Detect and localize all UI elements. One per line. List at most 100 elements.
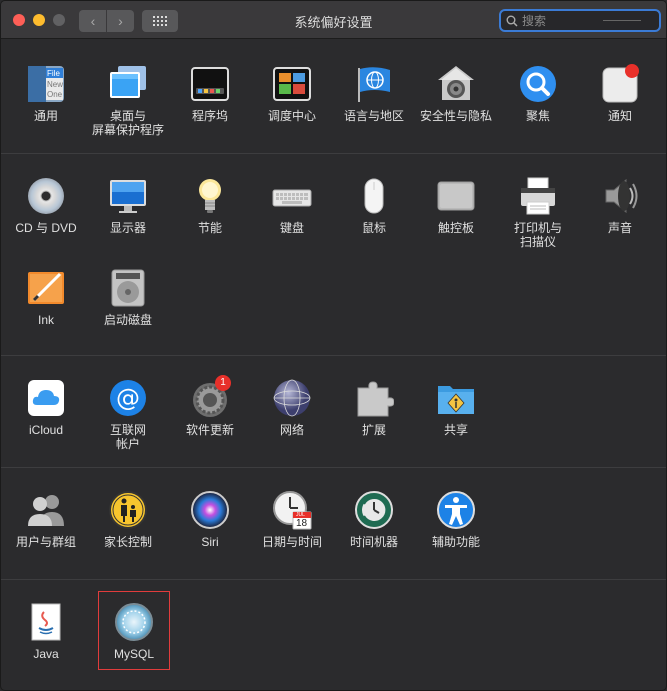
system-preferences-window: ‹ › 系统偏好设置 File New One bbox=[0, 0, 667, 691]
startup-disk-icon bbox=[108, 268, 148, 308]
pref-label: 桌面与 bbox=[109, 109, 146, 123]
pref-label: 键盘 bbox=[279, 221, 304, 235]
pref-label: Ink bbox=[37, 313, 54, 327]
pref-label: 软件更新 bbox=[185, 423, 234, 437]
selection-highlight bbox=[98, 591, 170, 670]
general-icon: File New One bbox=[26, 64, 66, 104]
pref-trackpad[interactable]: 触控板 bbox=[415, 176, 497, 235]
pref-label: 通用 bbox=[33, 109, 58, 123]
pref-mouse[interactable]: 鼠标 bbox=[333, 176, 415, 235]
section-personal: File New One 通用 桌面与 屏幕保护程序 程序坞 调度中心 语言与地… bbox=[1, 40, 666, 154]
pref-label: 日期与时间 bbox=[261, 535, 322, 549]
pref-startup-disk[interactable]: 启动磁盘 bbox=[87, 268, 169, 327]
pref-label: iCloud bbox=[28, 423, 64, 437]
pref-cd-dvd[interactable]: CD 与 DVD bbox=[5, 176, 87, 235]
pref-notifications[interactable]: 通知 bbox=[579, 64, 661, 123]
update-badge: 1 bbox=[215, 375, 231, 391]
pref-spotlight[interactable]: 聚焦 bbox=[497, 64, 579, 123]
pref-displays[interactable]: 显示器 bbox=[87, 176, 169, 235]
notifications-icon bbox=[600, 64, 640, 104]
internet-accounts-icon: @ bbox=[108, 378, 148, 418]
sound-icon bbox=[600, 176, 640, 216]
pref-time-machine[interactable]: 时间机器 bbox=[333, 490, 415, 549]
pref-parental-controls[interactable]: 家长控制 bbox=[87, 490, 169, 549]
mouse-icon bbox=[354, 176, 394, 216]
energy-saver-icon bbox=[190, 176, 230, 216]
pref-label: 语言与地区 bbox=[343, 109, 404, 123]
pref-label: CD 与 DVD bbox=[15, 221, 77, 235]
pref-desktop-screensaver[interactable]: 桌面与 屏幕保护程序 bbox=[87, 64, 169, 137]
siri-icon bbox=[190, 490, 230, 530]
pref-general[interactable]: File New One 通用 bbox=[5, 64, 87, 123]
pref-security-privacy[interactable]: 安全性与隐私 bbox=[415, 64, 497, 123]
pref-java[interactable]: Java bbox=[5, 602, 87, 661]
title-bar: ‹ › 系统偏好设置 bbox=[1, 1, 666, 39]
pref-label: 用户与群组 bbox=[15, 535, 76, 549]
sharing-icon bbox=[436, 378, 476, 418]
pref-label: 聚焦 bbox=[525, 109, 550, 123]
pref-label: 网络 bbox=[279, 423, 304, 437]
trackpad-icon bbox=[436, 176, 476, 216]
pref-label: 程序坞 bbox=[191, 109, 228, 123]
pref-label: 打印机与 bbox=[513, 221, 562, 235]
cd-dvd-icon bbox=[26, 176, 66, 216]
pref-date-time[interactable]: JUL 18 日期与时间 bbox=[251, 490, 333, 549]
pref-label: 触控板 bbox=[437, 221, 474, 235]
pref-sharing[interactable]: 共享 bbox=[415, 378, 497, 437]
accessibility-icon bbox=[436, 490, 476, 530]
date-time-icon: JUL 18 bbox=[272, 490, 312, 530]
svg-text:@: @ bbox=[116, 384, 140, 412]
pref-label-line2: 扫描仪 bbox=[519, 235, 556, 249]
extensions-icon bbox=[354, 378, 395, 418]
pref-label: 启动磁盘 bbox=[103, 313, 152, 327]
general-file-text: File bbox=[47, 69, 60, 78]
pref-label: 声音 bbox=[607, 221, 632, 235]
pref-label-line2: 帐户 bbox=[115, 437, 140, 451]
pref-keyboard[interactable]: 键盘 bbox=[251, 176, 333, 235]
pref-users-groups[interactable]: 用户与群组 bbox=[5, 490, 87, 549]
pref-label: 显示器 bbox=[109, 221, 146, 235]
pref-energy-saver[interactable]: 节能 bbox=[169, 176, 251, 235]
desktop-screensaver-icon bbox=[108, 64, 148, 104]
pref-label: 互联网 bbox=[109, 423, 146, 437]
pref-mission-control[interactable]: 调度中心 bbox=[251, 64, 333, 123]
pref-label: 家长控制 bbox=[103, 535, 152, 549]
pref-label: Java bbox=[33, 647, 59, 661]
pref-printers-scanners[interactable]: 打印机与 扫描仪 bbox=[497, 176, 579, 249]
search-field[interactable] bbox=[499, 9, 661, 32]
pref-internet-accounts[interactable]: @ 互联网 帐户 bbox=[87, 378, 169, 451]
section-hardware: CD 与 DVD 显示器 节能 键盘 鼠标 触控板 打印机与 扫描仪 声音 In… bbox=[1, 154, 666, 356]
icloud-icon bbox=[26, 378, 66, 418]
pref-extensions[interactable]: 扩展 bbox=[333, 378, 415, 437]
ink-icon bbox=[26, 268, 66, 308]
pref-ink[interactable]: Ink bbox=[5, 268, 87, 327]
displays-icon bbox=[108, 176, 148, 216]
time-machine-icon bbox=[354, 490, 394, 530]
pref-label: 共享 bbox=[443, 423, 468, 437]
pref-label: 安全性与隐私 bbox=[419, 109, 492, 123]
software-update-icon: 1 bbox=[190, 375, 231, 418]
pref-label-line2: 屏幕保护程序 bbox=[91, 123, 164, 137]
pref-dock[interactable]: 程序坞 bbox=[169, 64, 251, 123]
java-icon bbox=[26, 602, 66, 642]
pref-icloud[interactable]: iCloud bbox=[5, 378, 87, 437]
pref-sound[interactable]: 声音 bbox=[579, 176, 661, 235]
dock-icon bbox=[190, 64, 230, 104]
calendar-day-text: 18 bbox=[296, 518, 308, 529]
mission-control-icon bbox=[272, 64, 312, 104]
pref-accessibility[interactable]: 辅助功能 bbox=[415, 490, 497, 549]
network-icon bbox=[272, 378, 312, 418]
pref-software-update[interactable]: 1 软件更新 bbox=[169, 375, 251, 437]
pref-siri[interactable]: Siri bbox=[169, 490, 251, 549]
spotlight-icon bbox=[518, 64, 558, 104]
pref-label: 辅助功能 bbox=[431, 535, 480, 549]
pref-language-region[interactable]: 语言与地区 bbox=[333, 64, 415, 123]
pref-label: 节能 bbox=[197, 221, 222, 235]
pref-label: 调度中心 bbox=[267, 109, 316, 123]
search-icon bbox=[506, 15, 518, 27]
users-groups-icon bbox=[26, 490, 66, 530]
pref-label: 时间机器 bbox=[349, 535, 398, 549]
pref-network[interactable]: 网络 bbox=[251, 378, 333, 437]
pref-label: Siri bbox=[201, 535, 219, 549]
parental-controls-icon bbox=[108, 490, 148, 530]
